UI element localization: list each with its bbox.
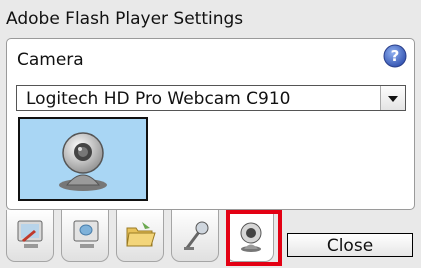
close-button[interactable]: Close bbox=[287, 233, 413, 257]
storage-monitor-icon bbox=[73, 220, 99, 248]
camera-preview bbox=[18, 117, 148, 201]
window-title: Adobe Flash Player Settings bbox=[6, 9, 244, 29]
flash-settings-dialog: Adobe Flash Player Settings Camera ? Log… bbox=[0, 0, 421, 268]
help-icon[interactable]: ? bbox=[383, 44, 407, 68]
tab-privacy[interactable] bbox=[6, 210, 54, 262]
svg-text:?: ? bbox=[391, 47, 400, 65]
tab-microphone[interactable] bbox=[171, 210, 219, 262]
tab-folder[interactable] bbox=[116, 210, 164, 262]
dropdown-arrow-button[interactable] bbox=[380, 86, 405, 110]
chevron-down-icon bbox=[388, 96, 398, 102]
folder-icon bbox=[126, 222, 156, 247]
camera-label: Camera bbox=[17, 50, 84, 70]
tab-local-storage[interactable] bbox=[61, 210, 109, 262]
microphone-icon bbox=[184, 221, 209, 250]
webcam-icon bbox=[59, 132, 107, 191]
camera-select[interactable]: Logitech HD Pro Webcam C910 bbox=[16, 85, 406, 111]
monitor-privacy-icon bbox=[17, 220, 43, 248]
camera-tab-highlight bbox=[226, 210, 282, 266]
camera-select-value: Logitech HD Pro Webcam C910 bbox=[26, 89, 291, 109]
